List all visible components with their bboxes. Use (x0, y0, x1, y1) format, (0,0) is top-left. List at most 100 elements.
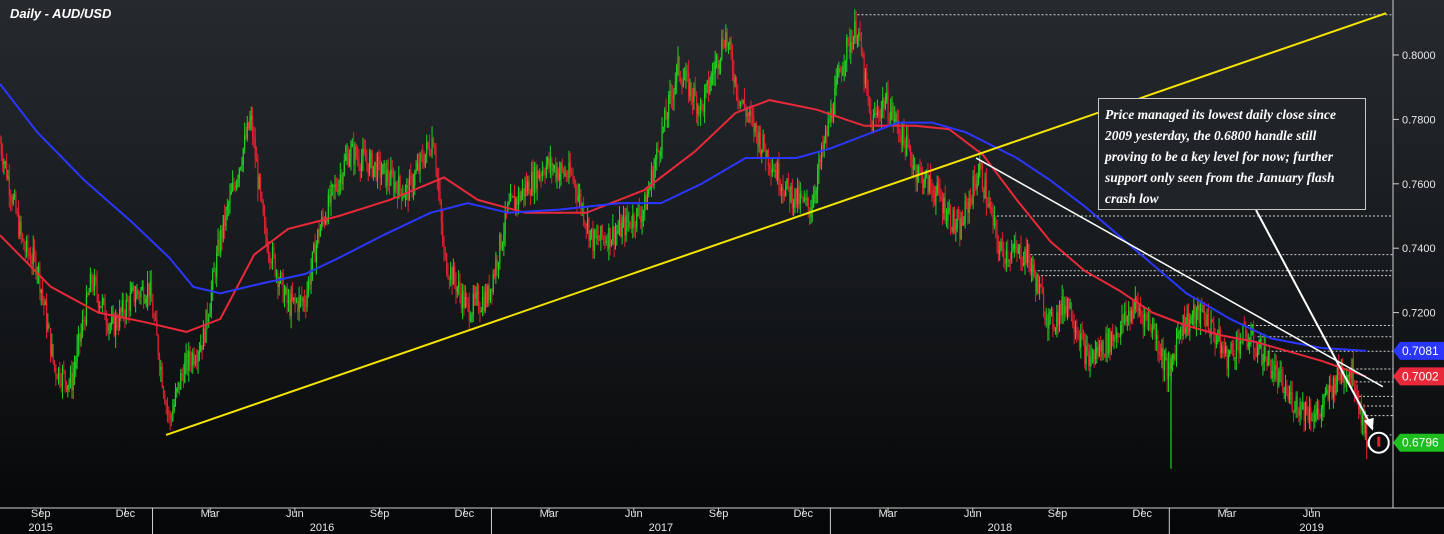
candle-body (1120, 325, 1122, 337)
candle-body (684, 79, 686, 81)
candle-body (273, 247, 275, 255)
candle-body (480, 310, 482, 312)
candle-body (1314, 414, 1316, 422)
candle-body (689, 82, 691, 97)
candle-body (624, 217, 626, 236)
candle-body (646, 194, 649, 210)
candle-body (908, 144, 910, 148)
candle-body (707, 80, 710, 93)
candle-body (416, 163, 419, 170)
candle-body (1206, 314, 1208, 325)
candle-body (395, 182, 397, 189)
candle-body (88, 292, 90, 295)
candle-body (722, 38, 724, 47)
candle-body (414, 172, 416, 186)
candle-body (420, 154, 423, 156)
candle-body (571, 173, 573, 175)
candle-body (650, 170, 653, 186)
candle-body (563, 168, 565, 176)
candle-body (83, 319, 85, 322)
candle-body (452, 266, 454, 285)
candle-body (539, 174, 541, 179)
candle-body (1320, 408, 1323, 417)
candle-body (87, 293, 89, 295)
candle-body (729, 41, 731, 44)
candle-body (715, 55, 718, 63)
candle-body (116, 316, 118, 327)
candle-body (674, 81, 676, 90)
candle-body (40, 289, 42, 293)
candle-body (93, 276, 95, 291)
candle-body (1016, 248, 1018, 254)
candle-body (983, 188, 985, 198)
candle-body (424, 153, 427, 166)
candle-body (105, 319, 107, 326)
candle-body (109, 325, 111, 327)
candle-body (410, 175, 412, 177)
candle-body (967, 201, 969, 213)
candle-body (448, 278, 450, 280)
candle-body (1302, 402, 1304, 410)
candle-body (961, 217, 964, 225)
candle-body (696, 95, 698, 114)
candle-body (1187, 313, 1190, 332)
candle-body (164, 394, 166, 404)
candle-body (43, 297, 45, 306)
candle-body (1114, 337, 1116, 339)
candle-body (915, 165, 917, 181)
annotation-box: Price managed its lowest daily close sin… (1098, 98, 1366, 210)
candle-body (263, 214, 266, 224)
candle-body (555, 165, 557, 179)
candle-body (884, 101, 886, 109)
candle-body (1058, 304, 1061, 326)
candle-body (71, 372, 73, 391)
candle-body (642, 210, 645, 216)
candle-body (710, 74, 712, 86)
candle-body (536, 170, 538, 190)
candle-body (826, 130, 828, 136)
candle-body (551, 158, 553, 171)
candle-body (1048, 312, 1050, 329)
candle-body (1239, 340, 1241, 354)
candle-body (1198, 305, 1200, 324)
candle-body (943, 197, 945, 214)
candle-body (134, 298, 137, 302)
candle-body (948, 208, 950, 212)
candle-body (426, 142, 428, 154)
candle-body (746, 113, 748, 117)
candle-body (666, 117, 668, 120)
candle-body (932, 189, 934, 199)
candle-body (125, 299, 127, 318)
candle-body (99, 306, 101, 308)
candle-body (585, 224, 587, 228)
candle-body (957, 218, 960, 220)
candle-body (198, 351, 201, 354)
candle-body (600, 225, 602, 241)
candle-body (192, 352, 194, 366)
candle-body (1110, 333, 1112, 352)
candle-body (777, 163, 779, 180)
candle-body (916, 175, 918, 181)
candle-body (866, 72, 868, 89)
candle-body (1350, 371, 1352, 379)
candle-body (770, 168, 772, 174)
candle-body (1007, 250, 1009, 262)
candle-body (1257, 350, 1259, 358)
candle-body (458, 282, 460, 288)
candle-body (975, 183, 977, 189)
candle-body (144, 302, 146, 304)
candle-body (533, 167, 536, 193)
candle-body (786, 178, 788, 187)
candle-body (750, 110, 752, 115)
candle-body (640, 215, 642, 222)
candle-body (568, 162, 570, 178)
candle-body (253, 137, 255, 139)
candle-body (1354, 385, 1356, 393)
candle-body (270, 262, 272, 264)
candle-body (896, 113, 898, 123)
candle-body (988, 202, 990, 207)
candle-body (496, 259, 498, 268)
candle-body (242, 148, 244, 165)
candle-body (621, 222, 623, 237)
candle-body (1282, 373, 1284, 392)
